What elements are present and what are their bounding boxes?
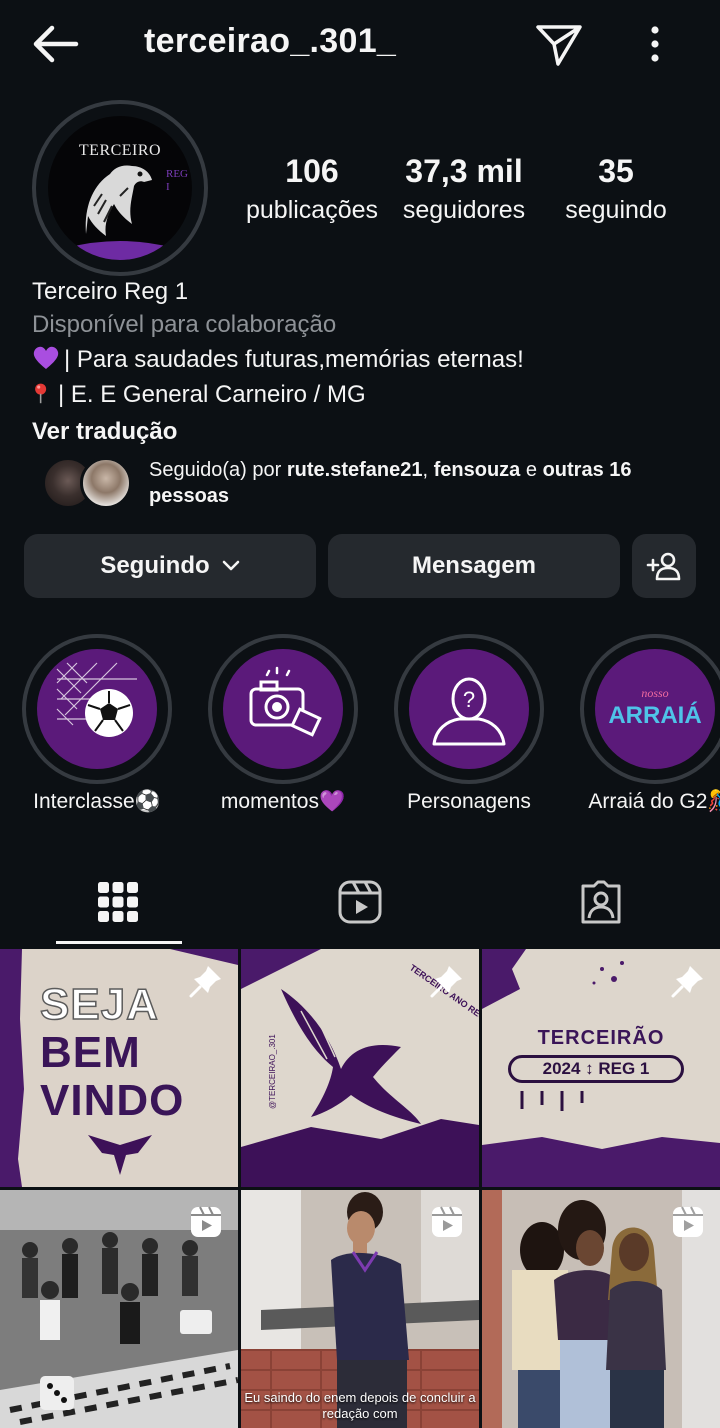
bio-line-2: | E. E General Carneiro / MG [32,379,366,411]
post-thumbnail[interactable]: Eu saindo do enem depois de concluir a r… [241,1190,479,1428]
arrow-left-icon[interactable] [28,22,84,66]
message-button-label: Mensagem [411,552,537,579]
pin-icon [430,966,462,998]
tagged-icon[interactable] [577,878,625,926]
bio-line-2-text: | E. E General Carneiro / MG [58,381,366,408]
highlight-cover: nosso ARRAIÁ [595,649,715,769]
arraia-logo-icon: nosso ARRAIÁ [608,686,701,729]
post-1-line: BEM [40,1028,141,1077]
stat-posts-value: 106 [285,153,339,189]
vertical-dots-icon[interactable] [640,22,670,66]
highlight-ring [208,634,358,784]
highlight-label: Arraiá do G2🎊 [588,790,720,813]
pin-icon [189,966,221,998]
bio-line-1: | Para saudades futuras,memórias eternas… [32,344,524,376]
pin-icon [671,966,703,998]
following-button[interactable]: Seguindo [24,534,316,598]
profile-avatar[interactable]: TERCEIRO REG I [32,100,208,276]
stat-posts[interactable]: 106 publicações [240,152,384,230]
add-person-icon [646,552,681,581]
followed-by-row[interactable]: Seguido(a) por rute.stefane21, fensouza … [42,455,702,515]
followed-by-text: Seguido(a) por rute.stefane21, fensouza … [149,459,632,507]
reels-icon[interactable] [336,878,384,926]
chevron-down-icon [222,560,239,571]
stat-posts-label: publicações [245,196,379,224]
reel-icon [673,1206,703,1237]
camera-photos-icon [249,666,322,737]
paper-plane-icon[interactable] [534,20,584,68]
arraia-small-text: nosso [641,686,668,700]
message-button[interactable]: Mensagem [328,534,620,598]
post-thumbnail[interactable]: SEJA BEM VINDO [0,949,238,1187]
post-thumbnail[interactable]: @TERCEIRAO_.301 TERCEIRO ANO REG 1 [241,949,479,1187]
stat-following-label: seguindo [565,196,667,224]
highlight-momentos[interactable]: momentos💜 [208,634,358,813]
post-1-title: SEJA BEM VINDO [39,980,185,1125]
post-3-pill: 2024 ↕ REG 1 [508,1055,684,1083]
arraia-text: ARRAIÁ [608,701,701,729]
post-3-title: TERCEIRÃO [537,1027,665,1049]
post-1-line: SEJA [39,980,159,1030]
highlight-cover [37,649,157,769]
highlight-cover [223,649,343,769]
highlight-ring: nosso ARRAIÁ [580,634,720,784]
follower-avatar-2 [80,457,132,509]
profile-display-name: Terceiro Reg 1 [32,278,189,305]
highlight-label: Personagens [407,790,531,813]
highlight-cover: ? [409,649,529,769]
post-2-bottom-text: @TERCEIRAO_.301 [268,1034,277,1109]
round-pushpin-icon [35,383,47,404]
person-question-icon: ? [432,677,506,746]
avatar-image: TERCEIRO REG I [48,116,192,260]
bio-line-1-text: | Para saudades futuras,memórias eternas… [64,346,524,373]
post-thumbnail[interactable] [0,1190,238,1428]
highlight-label: momentos💜 [220,790,346,813]
top-bar: terceirao_.301_ [0,0,720,90]
soccer-ball-net-icon [56,662,137,737]
stat-following-value: 35 [598,153,634,189]
purple-heart-icon [33,346,59,369]
profile-collab-status[interactable]: Disponível para colaboração [32,309,336,341]
suggested-users-button[interactable] [632,534,696,598]
post-thumbnail[interactable]: TERCEIRÃO 2024 ↕ REG 1 [482,949,720,1187]
post-5-caption: Eu saindo do enem depois de concluir a r… [244,1390,476,1421]
see-translation-link[interactable]: Ver tradução [32,416,177,448]
eagle-icon [66,165,174,260]
stat-followers-label: seguidores [402,196,526,224]
profile-tabs [0,850,720,948]
reel-icon [432,1206,462,1237]
highlight-personagens[interactable]: ? Personagens [394,634,544,813]
stat-following[interactable]: 35 seguindo [554,152,678,230]
grid-icon[interactable] [94,878,142,926]
profile-username: terceirao_.301_ [144,22,397,60]
highlight-label: Interclasse⚽ [33,790,161,813]
svg-text:?: ? [463,687,475,712]
post-thumbnail[interactable] [482,1190,720,1428]
active-tab-indicator [56,941,182,944]
post-1-line: VINDO [40,1076,185,1125]
posts-grid: SEJA BEM VINDO @TERCEIRAO_.301 TERCEIRO … [0,949,720,1428]
reel-icon [191,1206,221,1237]
stat-followers[interactable]: 37,3 mil seguidores [396,152,532,230]
following-button-label: Seguindo [100,552,210,579]
highlight-interclasse[interactable]: Interclasse⚽ [22,634,172,813]
stat-followers-value: 37,3 mil [405,153,523,189]
highlight-arraia[interactable]: nosso ARRAIÁ Arraiá do G2🎊 [580,634,720,813]
highlight-ring [22,634,172,784]
highlight-ring: ? [394,634,544,784]
